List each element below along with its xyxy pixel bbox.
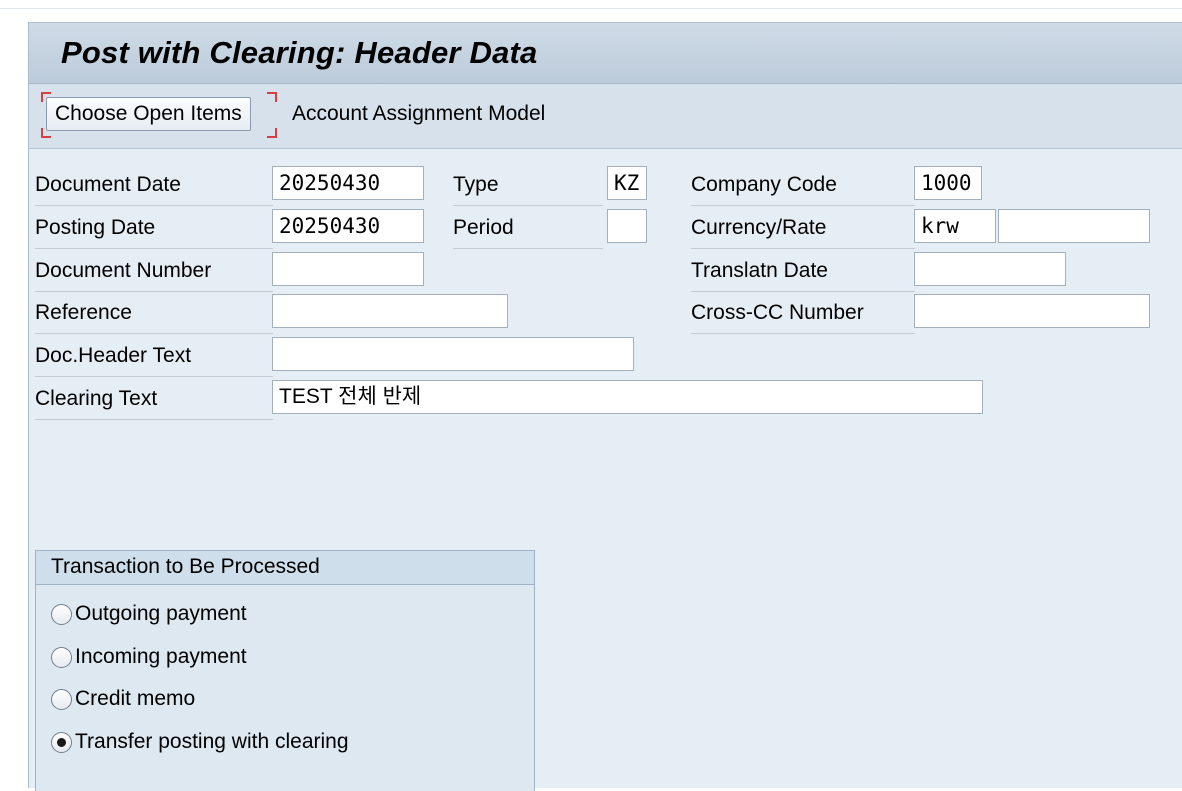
document-number-input[interactable] bbox=[272, 252, 424, 286]
radio-label: Incoming payment bbox=[75, 645, 247, 668]
radio-button-selected-icon bbox=[51, 731, 72, 753]
type-label: Type bbox=[453, 165, 603, 206]
radio-button-icon bbox=[51, 688, 72, 710]
document-date-label: Document Date bbox=[35, 165, 273, 206]
account-assignment-model-button[interactable]: Account Assignment Model bbox=[292, 102, 545, 126]
radio-credit-memo[interactable]: Credit memo bbox=[51, 683, 195, 715]
reference-input[interactable] bbox=[272, 294, 508, 328]
company-code-input[interactable]: 1000 bbox=[914, 166, 982, 200]
clearing-text-label: Clearing Text bbox=[35, 379, 273, 420]
choose-open-items-button[interactable]: Choose Open Items bbox=[46, 97, 251, 131]
clearing-text-input[interactable]: TEST 전체 반제 bbox=[272, 380, 983, 414]
application-toolbar: Choose Open Items Account Assignment Mod… bbox=[29, 84, 1182, 149]
posting-date-label: Posting Date bbox=[35, 208, 273, 249]
top-strip bbox=[0, 0, 1182, 9]
title-bar: Post with Clearing: Header Data bbox=[29, 22, 1182, 84]
document-number-label: Document Number bbox=[35, 251, 273, 292]
period-input[interactable] bbox=[607, 209, 647, 243]
type-input[interactable]: KZ bbox=[607, 166, 647, 200]
radio-label: Credit memo bbox=[75, 687, 196, 710]
posting-date-input[interactable]: 20250430 bbox=[272, 209, 424, 243]
radio-incoming-payment[interactable]: Incoming payment bbox=[51, 641, 247, 673]
radio-transfer-posting-with-clearing[interactable]: Transfer posting with clearing bbox=[51, 726, 349, 758]
cross-cc-number-label: Cross-CC Number bbox=[691, 293, 915, 334]
doc-header-text-input[interactable] bbox=[272, 337, 634, 371]
radio-button-icon bbox=[51, 646, 72, 668]
radio-outgoing-payment[interactable]: Outgoing payment bbox=[51, 598, 247, 630]
translation-date-input[interactable] bbox=[914, 252, 1066, 286]
reference-label: Reference bbox=[35, 293, 273, 334]
cross-cc-number-input[interactable] bbox=[914, 294, 1150, 328]
sap-screen: Post with Clearing: Header Data Choose O… bbox=[28, 22, 1182, 791]
transaction-group-header: Transaction to Be Processed bbox=[36, 551, 534, 585]
exchange-rate-input[interactable] bbox=[998, 209, 1150, 243]
transaction-group-title: Transaction to Be Processed bbox=[51, 555, 320, 578]
currency-rate-label: Currency/Rate bbox=[691, 208, 915, 249]
doc-header-text-label: Doc.Header Text bbox=[35, 336, 273, 377]
radio-label: Outgoing payment bbox=[75, 602, 247, 625]
currency-input[interactable]: krw bbox=[914, 209, 996, 243]
period-label: Period bbox=[453, 208, 603, 249]
translation-date-label: Translatn Date bbox=[691, 251, 915, 292]
page-title: Post with Clearing: Header Data bbox=[61, 35, 538, 70]
document-date-input[interactable]: 20250430 bbox=[272, 166, 424, 200]
company-code-label: Company Code bbox=[691, 165, 915, 206]
radio-label: Transfer posting with clearing bbox=[75, 730, 349, 753]
radio-button-icon bbox=[51, 603, 72, 625]
transaction-group-box: Transaction to Be Processed Outgoing pay… bbox=[35, 550, 535, 791]
